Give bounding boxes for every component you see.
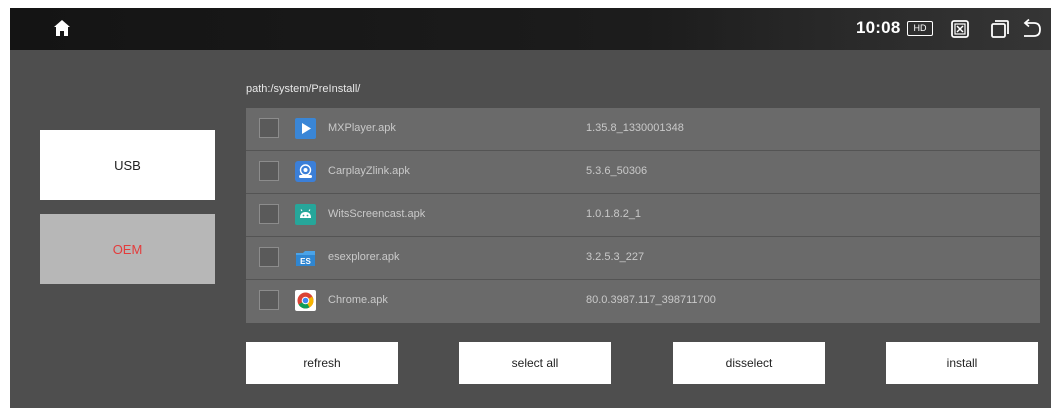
home-icon[interactable] bbox=[53, 19, 71, 37]
file-version: 1.0.1.8.2_1 bbox=[586, 208, 642, 220]
checkbox[interactable] bbox=[259, 118, 279, 138]
file-name: WitsScreencast.apk bbox=[328, 208, 426, 220]
chrome-icon bbox=[295, 290, 316, 311]
file-version: 3.2.5.3_227 bbox=[586, 251, 645, 263]
svg-text:ES: ES bbox=[300, 257, 311, 266]
list-item[interactable]: ES esexplorer.apk 3.2.5.3_227 bbox=[246, 237, 1040, 280]
usb-button[interactable]: USB bbox=[40, 130, 215, 200]
select-all-button[interactable]: select all bbox=[459, 342, 611, 384]
install-button[interactable]: install bbox=[886, 342, 1038, 384]
mxplayer-icon bbox=[295, 118, 316, 139]
back-icon[interactable] bbox=[1020, 18, 1042, 40]
list-item[interactable]: WitsScreencast.apk 1.0.1.8.2_1 bbox=[246, 194, 1040, 237]
refresh-button[interactable]: refresh bbox=[246, 342, 398, 384]
hd-icon: HD bbox=[907, 21, 933, 36]
path-label: path:/system/PreInstall/ bbox=[246, 83, 361, 95]
oem-button[interactable]: OEM bbox=[40, 214, 215, 284]
list-item[interactable]: MXPlayer.apk 1.35.8_1330001348 bbox=[246, 108, 1040, 151]
checkbox[interactable] bbox=[259, 290, 279, 310]
list-item[interactable]: CarplayZlink.apk 5.3.6_50306 bbox=[246, 151, 1040, 194]
checkbox[interactable] bbox=[259, 204, 279, 224]
status-bar: 10:08 HD bbox=[10, 8, 1051, 50]
windows-icon[interactable] bbox=[990, 19, 1010, 39]
file-name: CarplayZlink.apk bbox=[328, 165, 410, 177]
close-box-icon[interactable] bbox=[951, 20, 969, 38]
checkbox[interactable] bbox=[259, 247, 279, 267]
file-name: Chrome.apk bbox=[328, 294, 388, 306]
es-explorer-icon: ES bbox=[296, 251, 315, 266]
list-item[interactable]: Chrome.apk 80.0.3987.117_398711700 bbox=[246, 280, 1040, 322]
clock: 10:08 bbox=[856, 18, 901, 37]
file-version: 80.0.3987.117_398711700 bbox=[586, 294, 716, 306]
app-screen: 10:08 HD USB OEM path:/system/PreInstall… bbox=[10, 8, 1051, 408]
file-name: MXPlayer.apk bbox=[328, 122, 396, 134]
disselect-button[interactable]: disselect bbox=[673, 342, 825, 384]
file-version: 1.35.8_1330001348 bbox=[586, 122, 684, 134]
file-list: MXPlayer.apk 1.35.8_1330001348 CarplayZl… bbox=[246, 108, 1040, 323]
carplay-zlink-icon bbox=[295, 161, 316, 182]
android-icon bbox=[295, 204, 316, 225]
checkbox[interactable] bbox=[259, 161, 279, 181]
file-name: esexplorer.apk bbox=[328, 251, 400, 263]
file-version: 5.3.6_50306 bbox=[586, 165, 648, 177]
